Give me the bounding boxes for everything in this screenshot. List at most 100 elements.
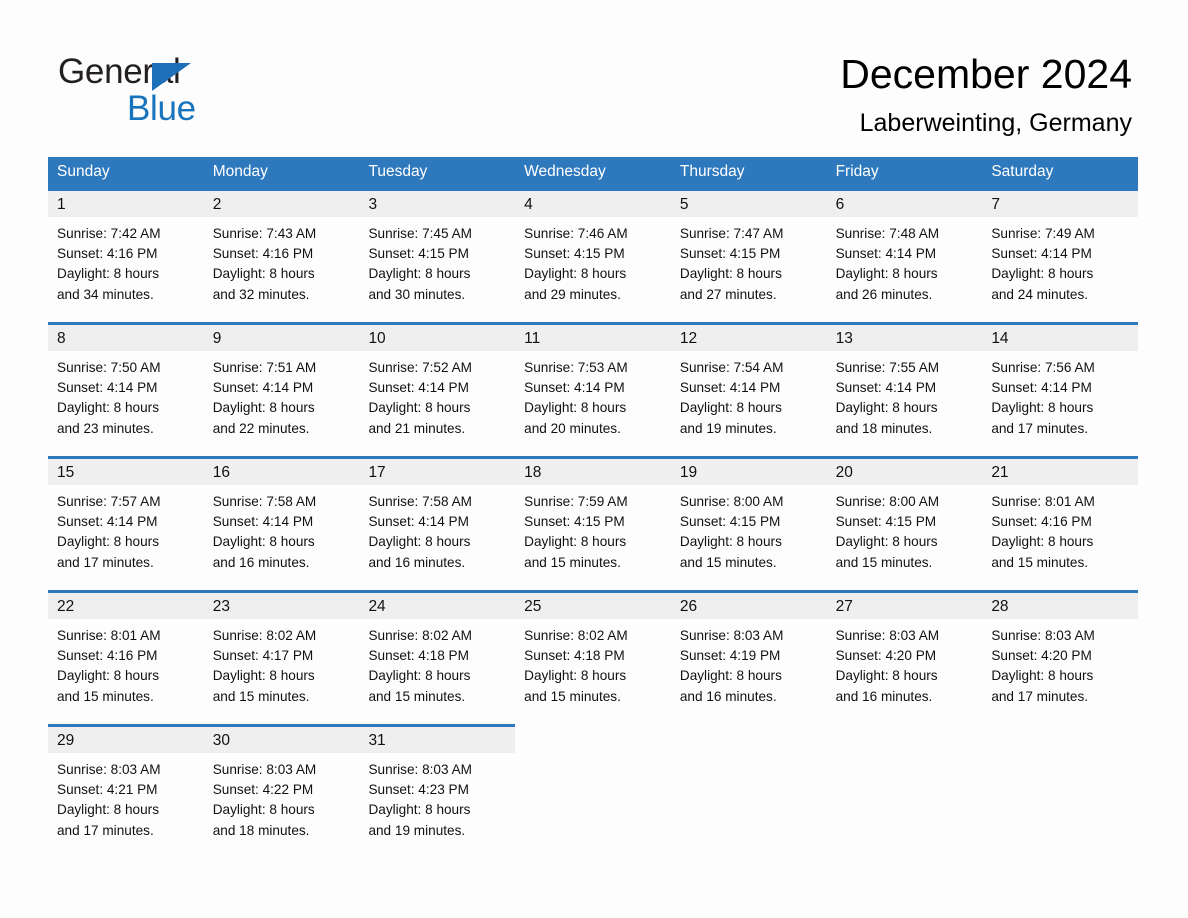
day-cell-31[interactable]: 31 Sunrise: 8:03 AM Sunset: 4:23 PM Dayligh… — [359, 724, 516, 849]
daylight-text-line1: Daylight: 8 hours — [524, 668, 627, 684]
sunrise-text: Sunrise: 8:02 AM — [212, 628, 317, 643]
daylight-text-line1: Daylight: 8 hours — [368, 534, 471, 550]
sunset-text: Sunset: 4:21 PM — [57, 782, 158, 798]
day-cell-6[interactable]: 6 Sunrise: 7:48 AM Sunset: 4:14 PM Daylight… — [826, 188, 983, 313]
daylight-text-line1: Daylight: 8 hours — [57, 668, 160, 684]
day-cell-22[interactable]: 22 Sunrise: 8:01 AM Sunset: 4:16 PM Dayligh… — [48, 590, 204, 715]
daylight-text-line1: Daylight: 8 hours — [57, 266, 160, 282]
daylight-text-line2: and 21 minutes. — [368, 420, 466, 436]
day-number: 19 — [670, 459, 827, 485]
day-details: Sunrise: 7:56 AM Sunset: 4:14 PM Daylight:… — [982, 351, 1138, 439]
day-details: Sunrise: 8:03 AM Sunset: 4:20 PM Daylight:… — [982, 619, 1138, 707]
sunrise-text: Sunrise: 8:02 AM — [524, 628, 628, 643]
sunrise-text: Sunrise: 7:43 AM — [212, 226, 317, 241]
sunset-text: Sunset: 4:17 PM — [212, 648, 314, 664]
day-cell-8[interactable]: 8 Sunrise: 7:50 AM Sunset: 4:14 PM Daylight… — [48, 322, 204, 447]
location-subtitle: Laberweinting, Germany — [859, 109, 1132, 137]
sunset-text: Sunset: 4:18 PM — [524, 648, 625, 664]
day-cell-19[interactable]: 19 Sunrise: 8:00 AM Sunset: 4:15 PM Dayligh… — [670, 456, 827, 581]
sunrise-text: Sunrise: 7:57 AM — [57, 494, 161, 509]
sunrise-text: Sunrise: 7:48 AM — [835, 226, 940, 241]
day-details: Sunrise: 7:47 AM Sunset: 4:15 PM Daylight:… — [671, 217, 827, 305]
sunrise-text: Sunrise: 8:03 AM — [679, 628, 784, 643]
week-row: 15 Sunrise: 7:57 AM Sunset: 4:14 PM Dayligh… — [48, 456, 1139, 581]
daylight-text-line1: Daylight: 8 hours — [835, 668, 938, 684]
day-cell-16[interactable]: 16 Sunrise: 7:58 AM Sunset: 4:14 PM Dayligh… — [203, 456, 360, 581]
day-cell-25[interactable]: 25 Sunrise: 8:02 AM Sunset: 4:18 PM Dayligh… — [515, 590, 671, 715]
daylight-text-line1: Daylight: 8 hours — [368, 668, 471, 684]
day-details: Sunrise: 7:49 AM Sunset: 4:14 PM Daylight:… — [982, 217, 1138, 305]
day-cell-30[interactable]: 30 Sunrise: 8:03 AM Sunset: 4:22 PM Dayligh… — [203, 724, 360, 849]
day-cell-12[interactable]: 12 Sunrise: 7:54 AM Sunset: 4:14 PM Dayligh… — [670, 322, 827, 447]
daylight-text-line2: and 16 minutes. — [368, 554, 466, 570]
day-cell-21[interactable]: 21 Sunrise: 8:01 AM Sunset: 4:16 PM Dayligh… — [982, 456, 1139, 581]
sunset-text: Sunset: 4:15 PM — [524, 514, 625, 530]
sunset-text: Sunset: 4:14 PM — [368, 514, 469, 530]
daylight-text-line2: and 15 minutes. — [368, 688, 466, 704]
day-cell-26[interactable]: 26 Sunrise: 8:03 AM Sunset: 4:19 PM Dayligh… — [670, 590, 827, 715]
day-details: Sunrise: 7:57 AM Sunset: 4:14 PM Daylight:… — [48, 485, 204, 573]
day-cell-28[interactable]: 28 Sunrise: 8:03 AM Sunset: 4:20 PM Dayligh… — [982, 590, 1139, 715]
day-cell-10[interactable]: 10 Sunrise: 7:52 AM Sunset: 4:14 PM Dayligh… — [359, 322, 516, 447]
day-number: 6 — [826, 191, 983, 217]
day-details: Sunrise: 7:48 AM Sunset: 4:14 PM Daylight:… — [827, 217, 983, 305]
sunset-text: Sunset: 4:14 PM — [991, 380, 1092, 396]
weekday-header-wednesday: Wednesday — [524, 163, 606, 180]
day-number: 23 — [203, 593, 360, 619]
sunset-text: Sunset: 4:14 PM — [524, 380, 625, 396]
day-details: Sunrise: 8:03 AM Sunset: 4:22 PM Daylight:… — [204, 753, 360, 841]
day-cell-1[interactable]: 1 Sunrise: 7:42 AM Sunset: 4:16 PM Daylight… — [48, 188, 204, 313]
day-cell-5[interactable]: 5 Sunrise: 7:47 AM Sunset: 4:15 PM Daylight… — [670, 188, 827, 313]
day-cell-4[interactable]: 4 Sunrise: 7:46 AM Sunset: 4:15 PM Daylight… — [515, 188, 671, 313]
daylight-text-line1: Daylight: 8 hours — [991, 668, 1094, 684]
sunset-text: Sunset: 4:14 PM — [991, 246, 1092, 262]
day-cell-empty — [827, 724, 983, 849]
day-cell-7[interactable]: 7 Sunrise: 7:49 AM Sunset: 4:14 PM Daylight… — [982, 188, 1139, 313]
day-cell-29[interactable]: 29 Sunrise: 8:03 AM Sunset: 4:21 PM Dayligh… — [48, 724, 204, 849]
day-cell-15[interactable]: 15 Sunrise: 7:57 AM Sunset: 4:14 PM Dayligh… — [48, 456, 204, 581]
calendar-grid: Sunday Monday Tuesday Wednesday Thursday Frid… — [48, 157, 1139, 849]
day-details: Sunrise: 7:59 AM Sunset: 4:15 PM Daylight:… — [515, 485, 671, 573]
daylight-text-line2: and 17 minutes. — [991, 420, 1089, 436]
weekday-header-saturday: Saturday — [991, 163, 1054, 180]
day-cell-14[interactable]: 14 Sunrise: 7:56 AM Sunset: 4:14 PM Dayligh… — [982, 322, 1139, 447]
daylight-text-line2: and 16 minutes. — [835, 688, 933, 704]
day-details: Sunrise: 8:01 AM Sunset: 4:16 PM Daylight:… — [48, 619, 204, 707]
day-cell-3[interactable]: 3 Sunrise: 7:45 AM Sunset: 4:15 PM Daylight… — [359, 188, 516, 313]
page-title: December 2024 — [840, 51, 1132, 97]
day-details: Sunrise: 7:45 AM Sunset: 4:15 PM Daylight:… — [359, 217, 515, 305]
day-cell-18[interactable]: 18 Sunrise: 7:59 AM Sunset: 4:15 PM Dayligh… — [515, 456, 671, 581]
title-block: December 2024 Laberweinting, Germany — [840, 48, 1132, 140]
day-cell-2[interactable]: 2 Sunrise: 7:43 AM Sunset: 4:16 PM Daylight… — [203, 188, 360, 313]
daylight-text-line2: and 18 minutes. — [212, 822, 310, 838]
sunrise-text: Sunrise: 7:54 AM — [679, 360, 784, 375]
day-cell-23[interactable]: 23 Sunrise: 8:02 AM Sunset: 4:17 PM Dayligh… — [203, 590, 360, 715]
day-cell-17[interactable]: 17 Sunrise: 7:58 AM Sunset: 4:14 PM Dayligh… — [359, 456, 516, 581]
sunrise-text: Sunrise: 7:45 AM — [368, 226, 472, 241]
sunrise-text: Sunrise: 7:58 AM — [368, 494, 472, 509]
sunset-text: Sunset: 4:14 PM — [57, 380, 158, 396]
weekday-header-monday: Monday — [212, 163, 268, 180]
day-details: Sunrise: 8:03 AM Sunset: 4:23 PM Daylight:… — [359, 753, 515, 841]
daylight-text-line2: and 15 minutes. — [524, 554, 621, 570]
day-details: Sunrise: 7:43 AM Sunset: 4:16 PM Daylight:… — [204, 217, 360, 305]
sunrise-text: Sunrise: 7:49 AM — [991, 226, 1095, 241]
day-cell-9[interactable]: 9 Sunrise: 7:51 AM Sunset: 4:14 PM Daylight… — [203, 322, 360, 447]
day-cell-20[interactable]: 20 Sunrise: 8:00 AM Sunset: 4:15 PM Dayligh… — [826, 456, 983, 581]
day-details: Sunrise: 7:52 AM Sunset: 4:14 PM Daylight:… — [359, 351, 515, 439]
daylight-text-line1: Daylight: 8 hours — [368, 802, 471, 818]
day-cell-24[interactable]: 24 Sunrise: 8:02 AM Sunset: 4:18 PM Dayligh… — [359, 590, 516, 715]
sunrise-text: Sunrise: 8:00 AM — [835, 494, 940, 509]
day-cell-27[interactable]: 27 Sunrise: 8:03 AM Sunset: 4:20 PM Dayligh… — [826, 590, 983, 715]
day-number: 22 — [48, 593, 204, 619]
day-details: Sunrise: 8:02 AM Sunset: 4:18 PM Daylight:… — [515, 619, 671, 707]
day-number: 9 — [203, 325, 360, 351]
daylight-text-line1: Daylight: 8 hours — [679, 534, 782, 550]
day-cell-13[interactable]: 13 Sunrise: 7:55 AM Sunset: 4:14 PM Dayligh… — [826, 322, 983, 447]
sunset-text: Sunset: 4:14 PM — [212, 514, 314, 530]
daylight-text-line1: Daylight: 8 hours — [212, 802, 315, 818]
day-cell-11[interactable]: 11 Sunrise: 7:53 AM Sunset: 4:14 PM Dayligh… — [515, 322, 671, 447]
daylight-text-line2: and 15 minutes. — [991, 554, 1089, 570]
day-number: 26 — [670, 593, 827, 619]
sunrise-text: Sunrise: 7:52 AM — [368, 360, 472, 375]
